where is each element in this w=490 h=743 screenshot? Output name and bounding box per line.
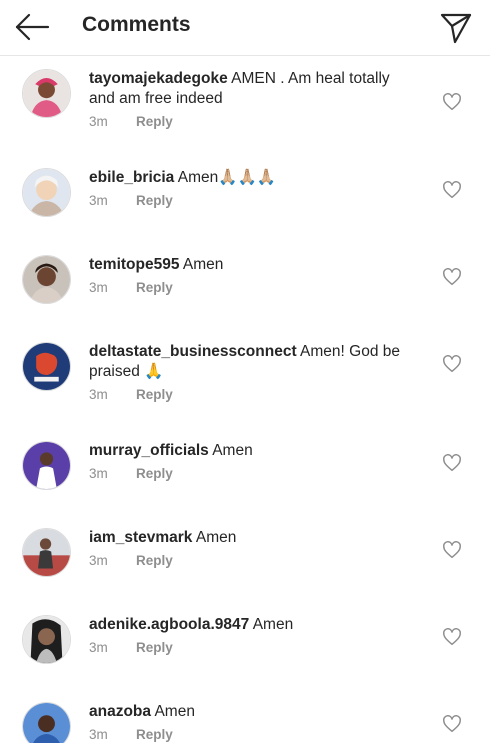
comment-body: Amen (249, 616, 294, 633)
reply-button[interactable]: Reply (136, 553, 173, 568)
reply-button[interactable]: Reply (136, 387, 173, 402)
reply-button[interactable]: Reply (136, 193, 173, 208)
comment-meta: 3m Reply (89, 553, 173, 568)
comment-text: anazoba Amen (89, 702, 419, 722)
comment-time: 3m (89, 387, 108, 402)
avatar[interactable] (22, 441, 71, 490)
comment-time: 3m (89, 114, 108, 129)
heart-icon[interactable] (442, 628, 462, 646)
comment-username[interactable]: ebile_bricia (89, 169, 174, 186)
avatar[interactable] (22, 702, 71, 743)
heart-icon[interactable] (442, 93, 462, 111)
comment-username[interactable]: anazoba (89, 703, 151, 720)
heart-icon[interactable] (442, 454, 462, 472)
comment-meta: 3m Reply (89, 640, 173, 655)
avatar[interactable] (22, 168, 71, 217)
comment-body: Amen (151, 703, 195, 720)
comment-time: 3m (89, 640, 108, 655)
heart-icon[interactable] (442, 181, 462, 199)
avatar[interactable] (22, 615, 71, 664)
paper-plane-icon (440, 13, 472, 44)
comment-text: deltastate_businessconnect Amen! God be … (89, 342, 419, 382)
comment-username[interactable]: iam_stevmark (89, 529, 192, 546)
reply-button[interactable]: Reply (136, 280, 173, 295)
comment-meta: 3m Reply (89, 193, 173, 208)
comment-time: 3m (89, 727, 108, 742)
arrow-left-icon (15, 13, 50, 41)
comment-username[interactable]: adenike.agboola.9847 (89, 616, 249, 633)
reply-button[interactable]: Reply (136, 727, 173, 742)
reply-button[interactable]: Reply (136, 114, 173, 129)
comment-meta: 3m Reply (89, 727, 173, 742)
avatar[interactable] (22, 69, 71, 118)
comment-body: Amen (192, 529, 237, 546)
avatar[interactable] (22, 342, 71, 391)
comment-list[interactable]: tayomajekadegoke AMEN . Am heal totally … (0, 57, 490, 743)
heart-icon[interactable] (442, 541, 462, 559)
comment-meta: 3m Reply (89, 114, 173, 129)
comment-text: adenike.agboola.9847 Amen (89, 615, 419, 635)
avatar[interactable] (22, 255, 71, 304)
comment-meta: 3m Reply (89, 466, 173, 481)
comment-username[interactable]: tayomajekadegoke (89, 70, 228, 87)
comment-meta: 3m Reply (89, 280, 173, 295)
comment-time: 3m (89, 193, 108, 208)
comment-body: Amen (208, 442, 253, 459)
comment-time: 3m (89, 466, 108, 481)
comment-time: 3m (89, 280, 108, 295)
comment-text: murray_officials Amen (89, 441, 419, 461)
comment-username[interactable]: murray_officials (89, 442, 209, 459)
heart-icon[interactable] (442, 355, 462, 373)
comment-text: temitope595 Amen (89, 255, 419, 275)
page-title: Comments (82, 13, 191, 36)
comment-body: Amen (179, 256, 224, 273)
comment-text: tayomajekadegoke AMEN . Am heal totally … (89, 69, 419, 109)
direct-message-button[interactable] (438, 9, 474, 45)
back-button[interactable] (14, 11, 50, 43)
reply-button[interactable]: Reply (136, 640, 173, 655)
avatar[interactable] (22, 528, 71, 577)
reply-button[interactable]: Reply (136, 466, 173, 481)
comment-meta: 3m Reply (89, 387, 173, 402)
heart-icon[interactable] (442, 715, 462, 733)
comment-username[interactable]: deltastate_businessconnect (89, 343, 297, 360)
comment-text: iam_stevmark Amen (89, 528, 419, 548)
top-bar: Comments (0, 0, 490, 56)
comment-username[interactable]: temitope595 (89, 256, 179, 273)
heart-icon[interactable] (442, 268, 462, 286)
comment-text: ebile_bricia Amen🙏🏼🙏🏼🙏🏼 (89, 168, 419, 188)
comment-time: 3m (89, 553, 108, 568)
comment-body: Amen🙏🏼🙏🏼🙏🏼 (174, 169, 277, 186)
